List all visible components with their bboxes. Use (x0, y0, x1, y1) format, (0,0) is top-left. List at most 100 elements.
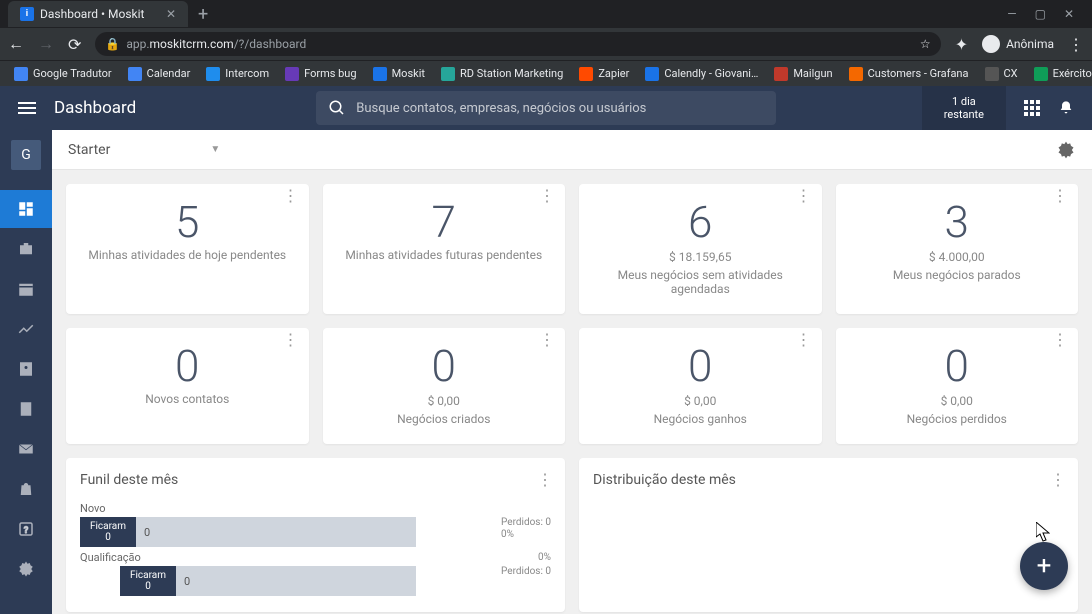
bookmark-label: Calendar (147, 67, 191, 80)
chevron-down-icon: ▼ (210, 144, 220, 155)
metric-card[interactable]: ⋮ 6 $ 18.159,65 Meus negócios sem ativid… (579, 184, 822, 314)
incognito-badge[interactable]: Anônima (982, 35, 1054, 53)
url-bar[interactable]: 🔒 app.moskitcrm.com/?/dashboard ☆ (95, 32, 940, 56)
bookmark-item[interactable]: Exército da Salvaçã… (1028, 65, 1092, 83)
metric-subvalue: $ 0,00 (333, 394, 556, 408)
sidebar-item-help[interactable]: ? (0, 510, 52, 548)
sidebar-item-email[interactable] (0, 430, 52, 468)
reload-icon[interactable]: ⟳ (68, 35, 81, 54)
bookmark-favicon-icon (285, 67, 299, 81)
browser-nav-bar: ← → ⟳ 🔒 app.moskitcrm.com/?/dashboard ☆ … (0, 28, 1092, 60)
bookmark-label: Forms bug (304, 67, 356, 80)
bookmark-label: Exército da Salvaçã… (1053, 67, 1092, 80)
add-button[interactable]: + (1020, 542, 1068, 590)
star-icon[interactable]: ☆ (920, 37, 931, 51)
card-menu-button[interactable]: ⋮ (283, 194, 299, 198)
back-icon[interactable]: ← (8, 34, 24, 54)
bookmark-label: Calendly - Giovani… (664, 67, 758, 80)
apps-icon[interactable] (1024, 100, 1040, 116)
metric-card[interactable]: ⋮ 5 Minhas atividades de hoje pendentes (66, 184, 309, 314)
sidebar-item-reports[interactable] (0, 310, 52, 348)
mail-icon (17, 440, 35, 458)
menu-button[interactable] (0, 107, 54, 109)
tab-title: Dashboard • Moskit (40, 7, 144, 21)
sidebar-item-dashboard[interactable] (0, 190, 52, 228)
search-box[interactable] (316, 91, 776, 125)
bookmark-item[interactable]: RD Station Marketing (435, 65, 569, 83)
bookmark-item[interactable]: Forms bug (279, 65, 362, 83)
metric-card[interactable]: ⋮ 0 $ 0,00 Negócios criados (323, 328, 566, 444)
window-controls: — ▢ ✕ (1007, 7, 1084, 21)
bookmarks-bar: Google Tradutor Calendar Intercom Forms bug… (0, 60, 1092, 86)
app-header: Dashboard 1 dia restante (0, 86, 1092, 130)
briefcase-icon (17, 240, 35, 258)
funnel-stage-name: Qualificação (80, 551, 141, 564)
browser-tab[interactable]: i Dashboard • Moskit ✕ (8, 1, 188, 27)
search-input[interactable] (356, 101, 764, 116)
metric-subvalue: $ 0,00 (589, 394, 812, 408)
hamburger-icon (18, 107, 36, 109)
funnel-stage-name: Novo (80, 502, 106, 515)
notifications-icon[interactable] (1058, 100, 1074, 116)
sidebar-item-settings[interactable] (0, 550, 52, 588)
sidebar-item-products[interactable] (0, 470, 52, 508)
dashboard-settings-button[interactable] (1056, 140, 1076, 160)
incognito-icon (982, 35, 1000, 53)
minimize-icon[interactable]: — (1007, 7, 1016, 21)
bookmark-item[interactable]: Moskit (367, 65, 431, 83)
card-menu-button[interactable]: ⋮ (283, 338, 299, 342)
metric-card[interactable]: ⋮ 0 $ 0,00 Negócios perdidos (836, 328, 1079, 444)
funnel-panel-title: Funil deste mês (80, 472, 551, 488)
metrics-grid: ⋮ 5 Minhas atividades de hoje pendentes … (52, 170, 1092, 458)
browser-menu-icon[interactable]: ⋮ (1068, 35, 1084, 54)
close-icon[interactable]: ✕ (166, 7, 176, 21)
bag-icon (17, 480, 35, 498)
funnel-pass-pct: 0% (538, 552, 551, 563)
card-menu-button[interactable]: ⋮ (1052, 338, 1068, 342)
card-menu-button[interactable]: ⋮ (1052, 194, 1068, 198)
url-path: /?/dashboard (234, 37, 307, 51)
bookmark-item[interactable]: Customers - Grafana (843, 65, 975, 83)
close-window-icon[interactable]: ✕ (1064, 7, 1074, 21)
bookmark-label: RD Station Marketing (460, 67, 563, 80)
bookmark-item[interactable]: Mailgun (768, 65, 838, 83)
gear-icon (1056, 140, 1076, 160)
sidebar-item-deals[interactable] (0, 230, 52, 268)
panel-menu-button[interactable]: ⋮ (1050, 470, 1066, 489)
bookmark-item[interactable]: Calendly - Giovani… (639, 65, 764, 83)
pipeline-select[interactable]: Starter ▼ (68, 142, 220, 158)
bookmark-item[interactable]: Calendar (122, 65, 197, 83)
bookmark-item[interactable]: CX (979, 65, 1024, 83)
sidebar-item-contacts[interactable] (0, 350, 52, 388)
maximize-icon[interactable]: ▢ (1035, 7, 1046, 21)
funnel-panel: Funil deste mês ⋮ Novo Ficaram0 0 Perdid… (66, 458, 565, 612)
metric-subvalue: $ 0,00 (846, 394, 1069, 408)
filter-bar: Starter ▼ (52, 130, 1092, 170)
metric-card[interactable]: ⋮ 3 $ 4.000,00 Meus negócios parados (836, 184, 1079, 314)
extensions-icon[interactable]: ✦ (955, 35, 968, 54)
bookmark-item[interactable]: Google Tradutor (8, 65, 118, 83)
incognito-label: Anônima (1006, 37, 1054, 51)
card-menu-button[interactable]: ⋮ (539, 194, 555, 198)
new-tab-button[interactable]: + (188, 4, 218, 25)
bookmark-item[interactable]: Zapier (573, 65, 635, 83)
card-menu-button[interactable]: ⋮ (796, 194, 812, 198)
card-menu-button[interactable]: ⋮ (539, 338, 555, 342)
bookmark-item[interactable]: Intercom (200, 65, 275, 83)
sidebar-item-activities[interactable] (0, 270, 52, 308)
panel-menu-button[interactable]: ⋮ (537, 470, 553, 489)
sidebar-item-companies[interactable] (0, 390, 52, 428)
bookmark-favicon-icon (774, 67, 788, 81)
metric-card[interactable]: ⋮ 0 $ 0,00 Negócios ganhos (579, 328, 822, 444)
bookmark-label: Google Tradutor (33, 67, 112, 80)
search-icon (328, 99, 346, 117)
bookmark-favicon-icon (128, 67, 142, 81)
metric-card[interactable]: ⋮ 0 Novos contatos (66, 328, 309, 444)
metric-value: 5 (76, 200, 299, 244)
card-menu-button[interactable]: ⋮ (796, 338, 812, 342)
avatar[interactable]: G (11, 140, 41, 170)
trial-badge[interactable]: 1 dia restante (922, 86, 1006, 130)
metric-card[interactable]: ⋮ 7 Minhas atividades futuras pendentes (323, 184, 566, 314)
metric-value: 7 (333, 200, 556, 244)
metric-label: Minhas atividades futuras pendentes (333, 248, 556, 262)
